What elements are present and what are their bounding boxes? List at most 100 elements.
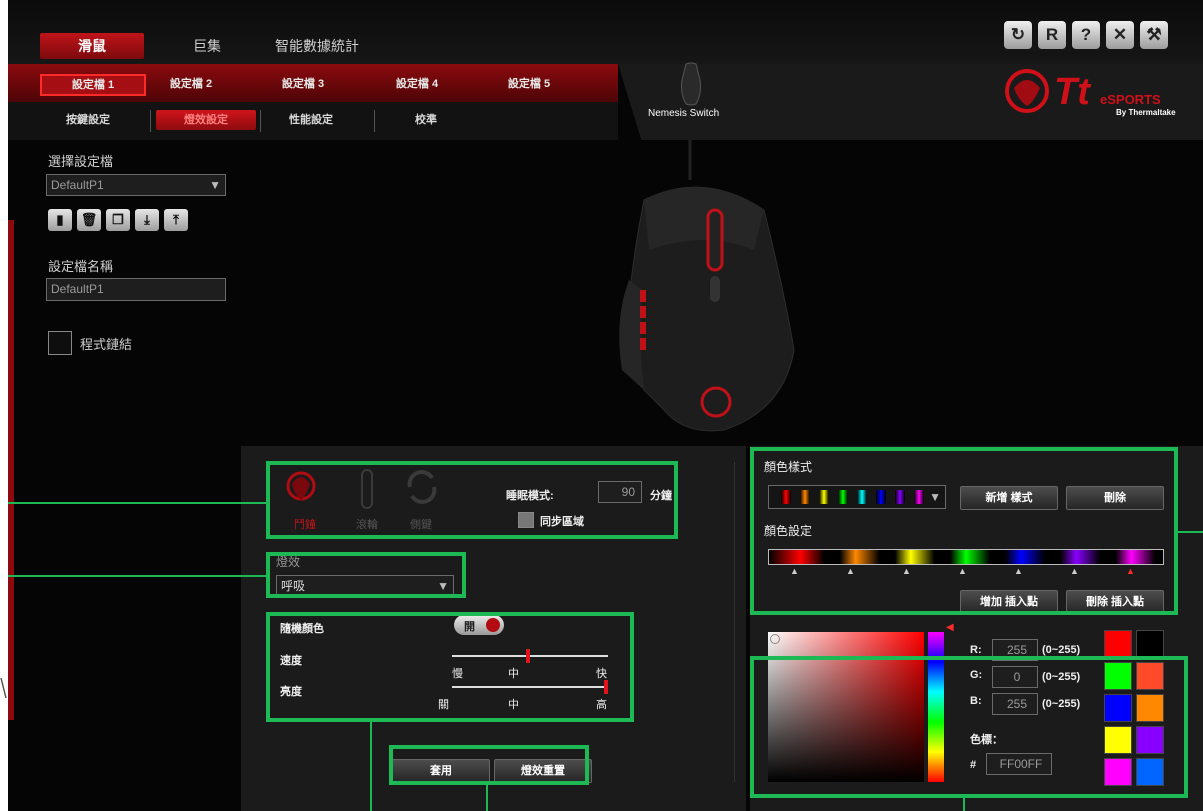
random-color-toggle[interactable]: 開 — [454, 615, 504, 635]
g-label: G: — [970, 669, 983, 681]
add-style-button[interactable]: 新增 樣式 — [960, 486, 1058, 510]
profile-select[interactable]: DefaultP1 ▼ — [46, 174, 226, 196]
speed-tick-fast: 快 — [596, 668, 607, 680]
mode-logo-label: 鬥鐘 — [294, 519, 316, 531]
insert-point-marker-selected[interactable]: ▲ — [1126, 566, 1135, 576]
tab-profile-2[interactable]: 設定檔 2 — [156, 74, 226, 94]
brightness-tick-off: 關 — [438, 699, 449, 711]
mouse-image — [604, 140, 804, 440]
color-swatch[interactable] — [1136, 726, 1164, 754]
color-swatch[interactable] — [1136, 662, 1164, 690]
side-key-icon[interactable] — [404, 470, 440, 504]
random-color-label: 隨機顏色 — [280, 623, 324, 635]
insert-point-marker[interactable]: ▲ — [958, 566, 967, 576]
insert-point-marker[interactable]: ▲ — [790, 566, 799, 576]
program-link-checkbox[interactable] — [48, 331, 72, 355]
callout-line — [486, 785, 488, 811]
dropdown-arrow-icon: ▼ — [929, 490, 941, 504]
picker-cursor[interactable] — [770, 634, 780, 644]
sleep-minutes-input[interactable]: 90 — [598, 481, 642, 503]
side-accent — [8, 220, 14, 720]
effect-label: 燈效 — [276, 555, 301, 569]
panel-divider — [734, 462, 735, 782]
sleep-mode-label: 睡眠模式: — [506, 490, 554, 502]
style-color-chip — [819, 490, 829, 504]
tab-performance-settings[interactable]: 性能設定 — [266, 110, 356, 130]
tab-key-settings[interactable]: 按鍵設定 — [48, 110, 128, 130]
app-window: 滑鼠 巨集 智能數據統計 設定檔 1 設定檔 2 設定檔 3 設定檔 4 設定檔… — [8, 0, 1203, 811]
style-color-chip — [914, 490, 924, 504]
copy-profile-icon[interactable]: ❐ — [106, 209, 130, 231]
color-gradient-bar[interactable] — [768, 549, 1164, 565]
brand-logo-subtext: By Thermaltake — [1116, 108, 1176, 117]
import-icon[interactable]: ⤓ — [135, 209, 159, 231]
tab-divider — [150, 110, 151, 132]
tab-divider — [374, 110, 375, 132]
speed-slider-thumb[interactable] — [526, 649, 530, 663]
color-swatch[interactable] — [1104, 758, 1132, 786]
tab-profile-3[interactable]: 設定檔 3 — [268, 74, 338, 94]
hue-slider[interactable] — [928, 632, 944, 782]
brightness-tick-high: 高 — [596, 699, 607, 711]
mode-side-label: 側鍵 — [410, 519, 432, 531]
device-name: Nemesis Switch — [648, 108, 720, 119]
delete-style-button[interactable]: 刪除 — [1066, 486, 1164, 510]
g-input[interactable]: 0 — [992, 666, 1038, 688]
tab-profile-5[interactable]: 設定檔 5 — [494, 74, 564, 94]
tab-smart-stats[interactable]: 智能數據統計 — [268, 33, 366, 59]
profile-name-input[interactable]: DefaultP1 — [46, 278, 226, 301]
sync-zone-label: 同步區域 — [540, 516, 584, 528]
export-icon[interactable]: ⤒ — [164, 209, 188, 231]
color-swatch[interactable] — [1104, 662, 1132, 690]
reset-icon[interactable]: R — [1038, 21, 1066, 49]
color-style-select[interactable]: ▼ — [768, 485, 946, 509]
delete-profile-icon[interactable]: 🗑 — [77, 209, 101, 231]
tab-mouse[interactable]: 滑鼠 — [40, 33, 144, 59]
delete-insert-point-button[interactable]: 刪除 插入點 — [1066, 590, 1164, 614]
tab-lighting-settings[interactable]: 燈效設定 — [156, 110, 256, 130]
sleep-unit-label: 分鐘 — [650, 490, 672, 502]
insert-point-marker[interactable]: ▲ — [846, 566, 855, 576]
color-swatch[interactable] — [1104, 726, 1132, 754]
effect-select[interactable]: 呼吸 ▼ — [276, 575, 454, 597]
select-profile-label: 選擇設定檔 — [48, 154, 114, 169]
tab-profile-4[interactable]: 設定檔 4 — [382, 74, 452, 94]
brightness-tick-mid: 中 — [508, 699, 519, 711]
insert-point-marker[interactable]: ▲ — [902, 566, 911, 576]
margin-annotation — [0, 676, 8, 700]
hue-marker-icon[interactable]: ◀ — [946, 622, 954, 633]
hex-input[interactable]: FF00FF — [986, 753, 1052, 775]
program-link-label: 程式鏈結 — [80, 337, 133, 352]
dropdown-arrow-icon: ▼ — [437, 579, 449, 593]
color-swatch[interactable] — [1136, 630, 1164, 658]
color-swatch[interactable] — [1136, 758, 1164, 786]
tab-macro[interactable]: 巨集 — [172, 33, 242, 59]
r-input[interactable]: 255 — [992, 639, 1038, 661]
scroll-wheel-icon[interactable] — [360, 468, 374, 510]
apply-button[interactable]: 套用 — [392, 759, 490, 783]
hex-label: 色標： — [970, 734, 1003, 746]
refresh-icon[interactable]: ↻ — [1004, 21, 1032, 49]
tab-profile-1[interactable]: 設定檔 1 — [40, 74, 146, 96]
close-icon[interactable]: ✕ — [1106, 21, 1134, 49]
logo-zone-icon[interactable] — [286, 468, 316, 508]
add-insert-point-button[interactable]: 增加 插入點 — [960, 590, 1058, 614]
b-input[interactable]: 255 — [992, 693, 1038, 715]
color-swatch[interactable] — [1104, 694, 1132, 722]
help-icon[interactable]: ? — [1072, 21, 1100, 49]
sync-zone-checkbox[interactable] — [518, 512, 534, 528]
color-swatch[interactable] — [1104, 630, 1132, 658]
speed-slider-track[interactable] — [452, 655, 608, 657]
new-profile-icon[interactable]: ▮ — [48, 209, 72, 231]
brightness-slider-thumb[interactable] — [604, 680, 608, 694]
color-picker-area[interactable] — [768, 632, 924, 782]
brightness-slider-track[interactable] — [452, 686, 608, 688]
color-swatch[interactable] — [1136, 694, 1164, 722]
lighting-reset-button[interactable]: 燈效重置 — [494, 759, 592, 783]
insert-point-marker[interactable]: ▲ — [1070, 566, 1079, 576]
insert-point-marker[interactable]: ▲ — [1014, 566, 1023, 576]
color-settings-label: 顏色設定 — [764, 524, 813, 538]
tools-icon[interactable]: ⚒ — [1140, 21, 1168, 49]
tab-calibration[interactable]: 校準 — [386, 110, 466, 130]
callout-line — [8, 575, 266, 577]
